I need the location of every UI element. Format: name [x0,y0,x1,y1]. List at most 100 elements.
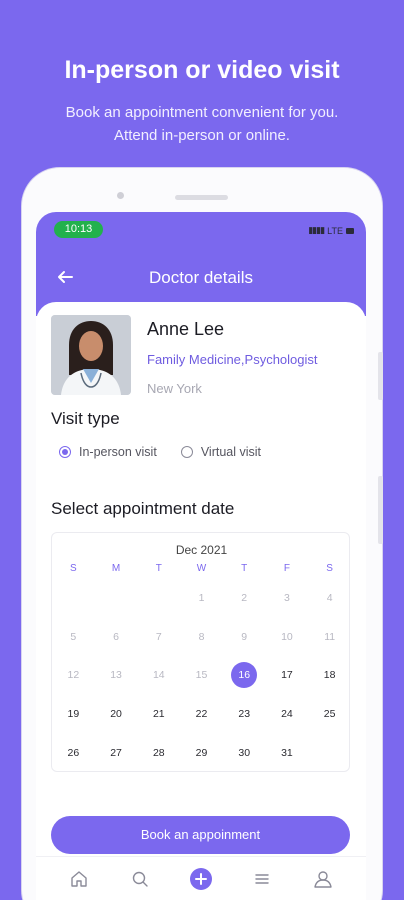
calendar-day-number: 9 [241,630,248,643]
book-appointment-button[interactable]: Book an appoinment [51,816,350,854]
calendar-day: 2 [223,579,266,618]
calendar-day-number: 1 [198,592,205,605]
calendar-day-number: 2 [241,592,248,605]
doctor-details-card: Anne Lee Family Medicine,Psychologist Ne… [36,302,366,900]
calendar-day-number: 14 [152,669,165,682]
calendar-day: 11 [308,618,351,657]
calendar-day-number: 23 [238,708,251,721]
calendar-day: 6 [95,618,138,657]
calendar-day[interactable]: 20 [95,695,138,734]
doctor-location: New York [147,381,202,396]
calendar-weekday: W [196,563,207,574]
calendar-day[interactable]: 31 [266,733,309,772]
calendar-day-number: 5 [70,630,77,643]
promo-subtitle: Book an appointment convenient for you. … [30,101,374,147]
profile-icon [314,870,333,888]
power-button [378,476,383,544]
calendar-day [52,579,95,618]
calendar-day-number: 19 [67,708,80,721]
status-time: 10:13 [54,221,103,238]
calendar-day[interactable]: 18 [308,656,351,695]
calendar-day: 15 [180,656,223,695]
calendar-day: 12 [52,656,95,695]
calendar-day: 7 [137,618,180,657]
calendar-day-number: 8 [198,630,205,643]
calendar-day [308,733,351,772]
calendar-day-number: 11 [324,630,336,643]
bottom-tab-bar [36,856,366,900]
visit-type-title: Visit type [51,409,120,428]
calendar-day-number: 29 [195,746,208,759]
doctor-name: Anne Lee [147,319,225,339]
calendar-day-number: 30 [238,746,251,759]
radio-label-in-person[interactable]: In-person visit [79,445,157,459]
visit-type-options: In-person visit Virtual visit [59,445,285,459]
calendar-day-number: 13 [110,669,122,682]
calendar-day: 13 [95,656,138,695]
add-icon [189,867,212,890]
app-header: 10:13 ▮▮▮▮ LTE Doctor details [36,212,366,316]
calendar-weekday: S [70,563,77,574]
calendar-day: 1 [180,579,223,618]
calendar-weekday: M [111,563,121,574]
calendar-day-number: 3 [284,592,290,605]
calendar-day: 8 [180,618,223,657]
search-icon [132,871,148,887]
calendar-day: 10 [266,618,309,657]
radio-label-virtual[interactable]: Virtual visit [201,445,261,459]
doctor-specialty: Family Medicine,Psychologist [147,352,318,367]
tab-menu[interactable] [251,868,273,890]
calendar-day[interactable]: 30 [223,733,266,772]
calendar-grid: S M T W T F S 1 2 3 4 5 6 7 8 9 10 11 12 13 14 15 16 17 18 19 20 21… [52,563,351,772]
calendar-day-number: 10 [281,630,293,643]
calendar-day[interactable]: 28 [137,733,180,772]
calendar-day: 5 [52,618,95,657]
calendar-month: Dec 2021 [175,543,228,557]
calendar-day: 4 [308,579,351,618]
calendar-day [95,579,138,618]
tab-search[interactable] [129,868,151,890]
calendar-day[interactable]: 29 [180,733,223,772]
calendar-day-number: 15 [195,669,208,682]
speaker-grille [175,195,228,200]
calendar-day[interactable]: 21 [137,695,180,734]
camera-dot [117,192,124,199]
calendar-day-number: 27 [110,746,122,759]
calendar-day-number: 31 [281,746,293,759]
calendar-day[interactable]: 16 [223,656,266,695]
calendar-day[interactable]: 19 [52,695,95,734]
tab-add[interactable] [189,867,212,890]
calendar-day[interactable]: 23 [223,695,266,734]
tab-home[interactable] [68,868,90,890]
calendar-day[interactable]: 26 [52,733,95,772]
calendar-day[interactable]: 17 [266,656,309,695]
radio-virtual[interactable] [180,446,193,458]
calendar-day-number: 25 [323,708,336,721]
signal-icon: ▮▮▮▮ [308,225,325,235]
appointment-date-title: Select appointment date [51,499,235,518]
calendar-weekday: T [241,563,248,574]
tab-profile[interactable] [312,868,334,890]
calendar-day-number: 16 [231,662,258,689]
radio-in-person[interactable] [59,446,71,458]
battery-icon [346,227,354,234]
calendar-day-number: 26 [67,746,80,759]
calendar-day[interactable]: 24 [266,695,309,734]
calendar-day-number: 28 [152,746,165,759]
volume-button [378,352,383,400]
calendar-day-number: 6 [113,630,119,643]
calendar-day-number: 20 [110,708,122,721]
calendar-day: 3 [266,579,309,618]
calendar-day[interactable]: 25 [308,695,351,734]
promo-subtitle-line: Book an appointment convenient for you. [65,104,339,121]
page-title: Doctor details [149,268,253,287]
calendar-day-number: 22 [195,708,208,721]
calendar-day[interactable]: 27 [95,733,138,772]
home-icon [70,870,87,887]
calendar-weekday: F [283,563,290,574]
promo-subtitle-line: Attend in-person or online. [114,127,290,144]
calendar-day: 14 [137,656,180,695]
calendar-day[interactable]: 22 [180,695,223,734]
calendar: Dec 2021 S M T W T F S 1 2 3 4 5 6 7 8 9 10 11 12 13 14 15 16 1… [51,532,350,772]
menu-icon [255,873,269,884]
